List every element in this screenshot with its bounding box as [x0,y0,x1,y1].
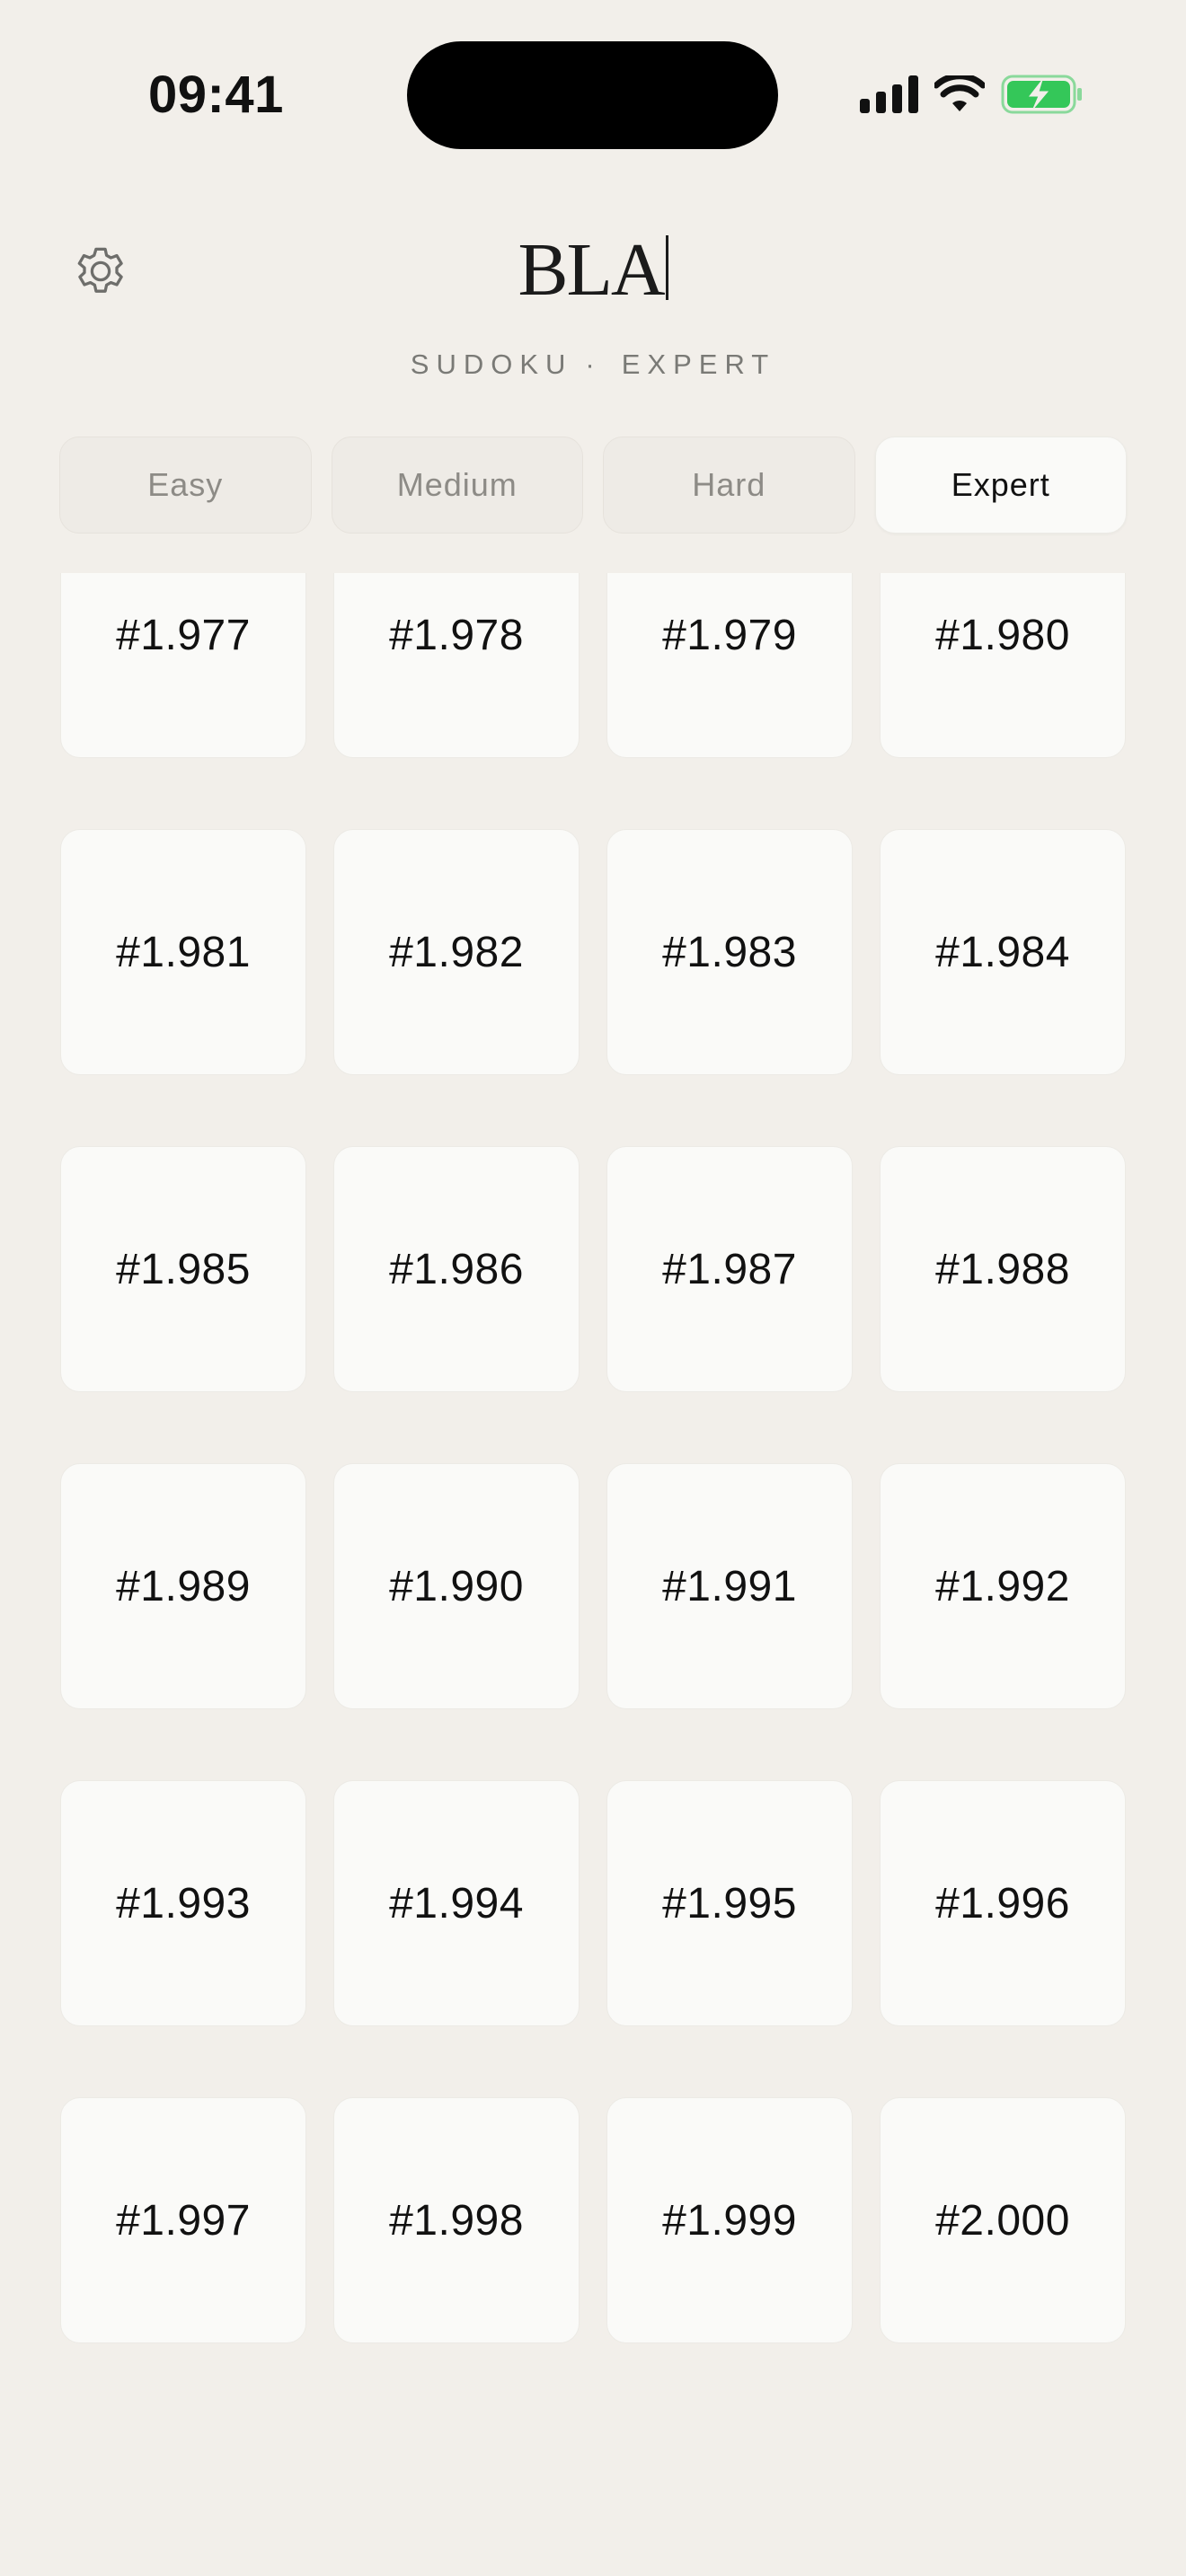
puzzle-tile[interactable]: #1.979 [606,573,853,758]
tab-expert[interactable]: Expert [874,437,1127,534]
page-subtitle: SUDOKU · EXPERT [0,348,1186,381]
puzzle-tile[interactable]: #1.994 [333,1780,580,2026]
battery-charging-icon [1001,75,1082,114]
status-icons [860,72,1084,117]
logo-text: BLA [518,228,666,312]
puzzle-tile[interactable]: #2.000 [880,2097,1126,2343]
app-logo: BLA [0,226,1186,313]
puzzle-tile[interactable]: #1.992 [880,1463,1126,1709]
wifi-icon [934,75,985,111]
puzzle-tile[interactable]: #1.978 [333,573,580,758]
puzzle-tile[interactable]: #1.983 [606,829,853,1075]
puzzle-tile[interactable]: #1.997 [60,2097,306,2343]
puzzle-list[interactable]: #1.977 #1.978 #1.979 #1.980 #1.981 #1.98… [0,573,1186,2576]
subtitle-level: EXPERT [621,348,776,380]
subtitle-separator: · [585,348,602,380]
puzzle-tile[interactable]: #1.981 [60,829,306,1075]
puzzle-tile[interactable]: #1.984 [880,829,1126,1075]
subtitle-game: SUDOKU [410,348,573,380]
difficulty-tabs: Easy Medium Hard Expert [59,437,1127,535]
puzzle-tile[interactable]: #1.990 [333,1463,580,1709]
puzzle-tile[interactable]: #1.995 [606,1780,853,2026]
puzzle-tile[interactable]: #1.989 [60,1463,306,1709]
puzzle-tile[interactable]: #1.977 [60,573,306,758]
tab-hard[interactable]: Hard [603,437,855,534]
puzzle-tile[interactable]: #1.991 [606,1463,853,1709]
puzzle-tile[interactable]: #1.987 [606,1146,853,1392]
puzzle-grid: #1.977 #1.978 #1.979 #1.980 #1.981 #1.98… [60,573,1126,2343]
dynamic-island [407,41,778,149]
puzzle-tile[interactable]: #1.999 [606,2097,853,2343]
cellular-signal-icon [860,75,918,113]
puzzle-tile[interactable]: #1.998 [333,2097,580,2343]
puzzle-tile[interactable]: #1.982 [333,829,580,1075]
puzzle-tile[interactable]: #1.980 [880,573,1126,758]
tab-medium[interactable]: Medium [331,437,583,534]
puzzle-tile[interactable]: #1.996 [880,1780,1126,2026]
logo-cursor [665,235,668,300]
puzzle-tile[interactable]: #1.988 [880,1146,1126,1392]
tab-easy[interactable]: Easy [59,437,312,534]
puzzle-tile[interactable]: #1.993 [60,1780,306,2026]
puzzle-tile[interactable]: #1.985 [60,1146,306,1392]
puzzle-tile[interactable]: #1.986 [333,1146,580,1392]
status-time: 09:41 [148,66,284,124]
